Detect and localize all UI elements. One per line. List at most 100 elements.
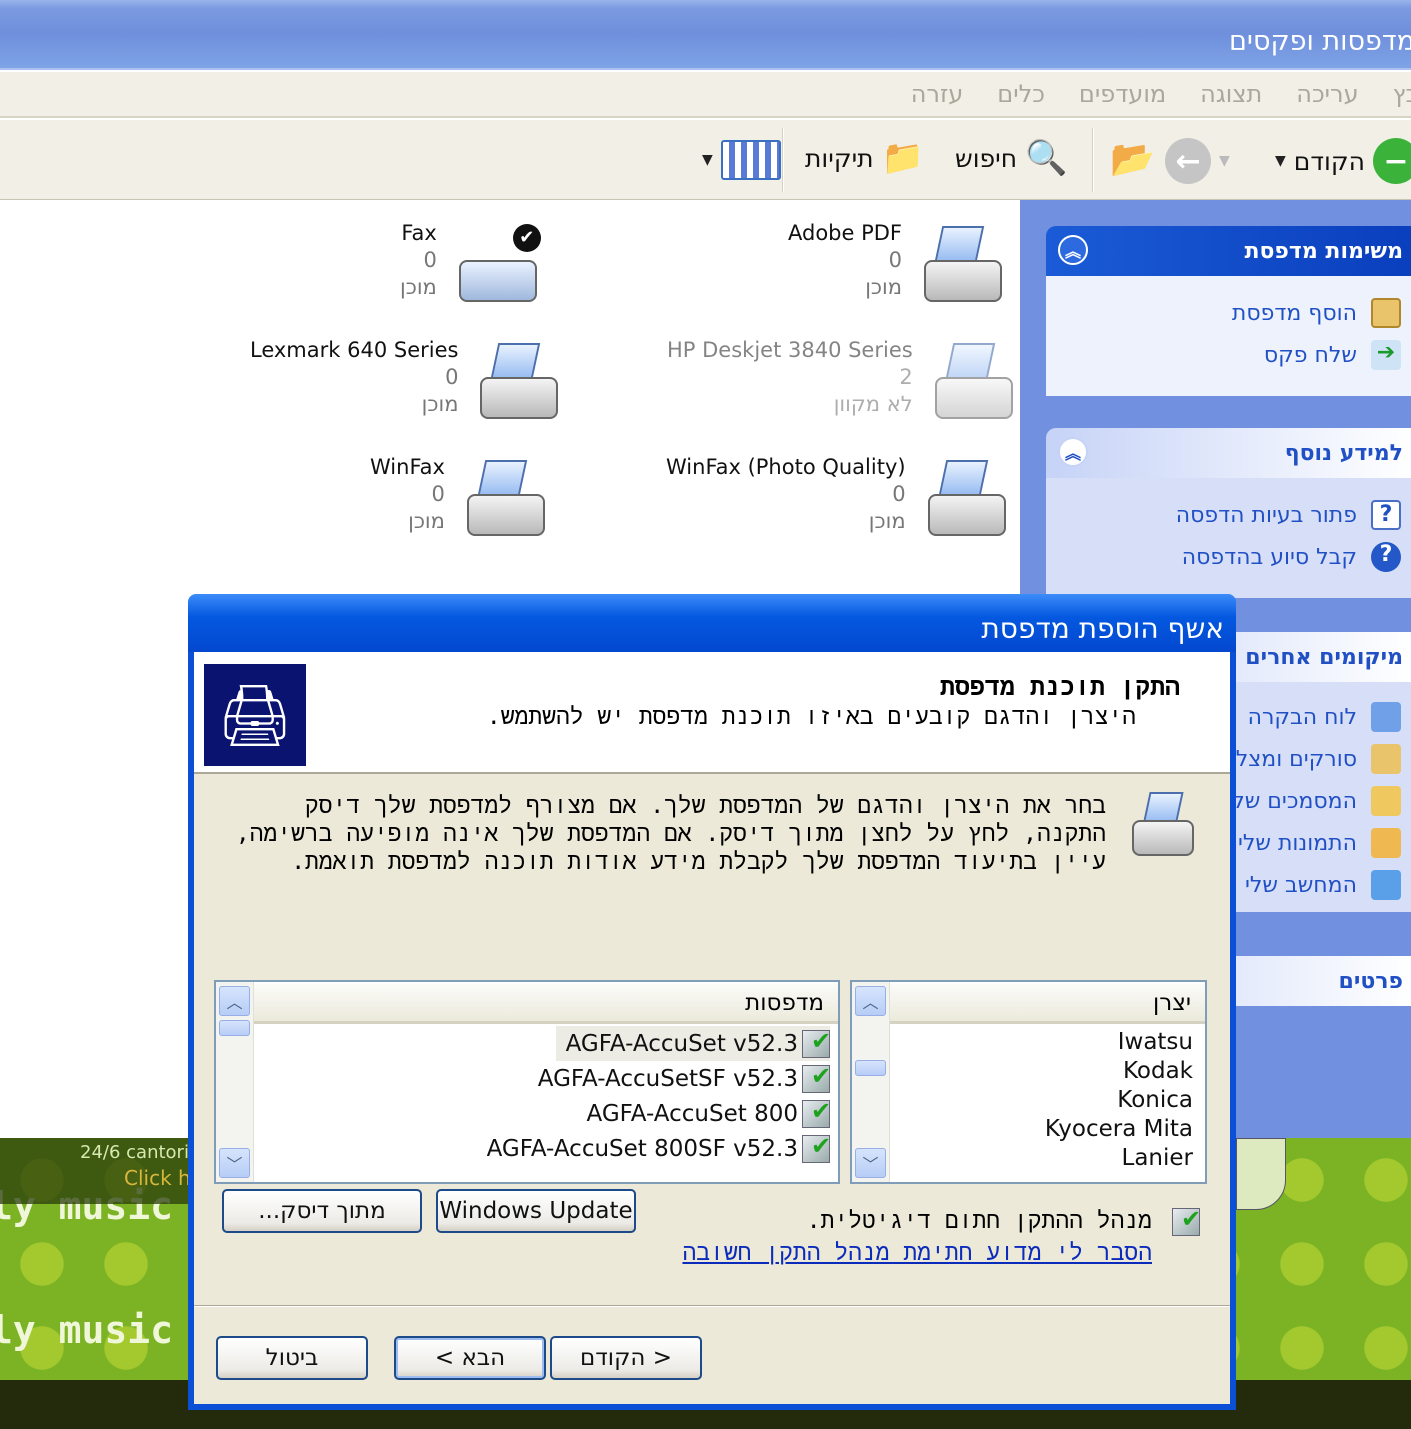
dialog-title: אשף הוספת מדפסת	[981, 612, 1224, 645]
folders-label: תיקיות	[805, 143, 874, 173]
printer-icon	[459, 454, 549, 544]
dropdown-arrow-icon[interactable]: ▼	[1275, 153, 1286, 169]
wizard-printer-icon: 🖨	[204, 664, 306, 766]
back-button[interactable]: הקודם >	[550, 1336, 702, 1380]
signed-driver-icon	[802, 1132, 831, 1163]
menu-help[interactable]: עזרה	[911, 80, 964, 108]
printer-docs: 0	[445, 365, 459, 389]
section-title: למידע נוסף	[1284, 440, 1403, 466]
menu-tools[interactable]: כלים	[997, 80, 1045, 108]
back-arrow-icon: −	[1372, 138, 1411, 184]
printers-list[interactable]: מדפסות ︿ ﹀ AGFA-AccuSet v52.3 AGFA-AccuS…	[214, 980, 840, 1184]
printer-docs: 0	[888, 248, 903, 272]
menu-favorites[interactable]: מועדפים	[1079, 80, 1166, 108]
toolbar-separator	[782, 128, 784, 192]
printer-name: HP Deskjet 3840 Series	[667, 338, 913, 362]
printer-icon	[1132, 792, 1202, 862]
printer-status: מוכן	[408, 509, 445, 533]
have-disk-button[interactable]: מתוך דיסק...	[222, 1189, 422, 1233]
back-label: הקודם	[1293, 146, 1365, 176]
list-item[interactable]: AGFA-AccuSetSF v52.3	[538, 1061, 831, 1096]
banner-decoration	[1236, 1138, 1286, 1210]
add-printer-link[interactable]: הוסף מדפסת	[1046, 292, 1401, 334]
next-button[interactable]: < הבא	[394, 1336, 546, 1380]
see-also-body: ? פתור בעיות הדפסה ? קבל סיוע בהדפסה	[1046, 478, 1411, 598]
signed-driver-text: מנהל ההתקן חתום דיגיטלית.	[806, 1208, 1152, 1234]
link-label: המסמכים שלי	[1227, 788, 1357, 814]
help-circle-icon: ?	[1371, 542, 1401, 572]
menu-file[interactable]: קובץ	[1393, 80, 1411, 108]
scroll-up-icon[interactable]: ︿	[855, 986, 886, 1016]
default-check-icon: ✔	[512, 224, 541, 252]
collapse-icon[interactable]: ︽	[1058, 235, 1088, 265]
scroll-thumb[interactable]	[219, 1020, 250, 1036]
header-label: מדפסות	[745, 990, 824, 1016]
search-label: חיפוש	[955, 143, 1018, 173]
scroll-thumb[interactable]	[855, 1060, 886, 1076]
toolbar-separator	[1092, 128, 1094, 192]
printer-item-winfax-photo[interactable]: WinFax (Photo Quality) 0 מוכן	[666, 454, 1010, 544]
printer-name: Fax	[401, 221, 437, 245]
scroll-down-icon[interactable]: ﹀	[219, 1148, 250, 1178]
cancel-button[interactable]: ביטול	[216, 1336, 368, 1380]
dropdown-arrow-icon: ▼	[1219, 153, 1230, 169]
model-label: AGFA-AccuSet 800	[586, 1100, 798, 1127]
get-help-link[interactable]: ? קבל סיוע בהדפסה	[1046, 536, 1401, 578]
banner-line: 24/6 cantori	[80, 1142, 189, 1163]
window-title-bar[interactable]: מדפסות ופקסים	[0, 0, 1411, 70]
printers-column-header[interactable]: מדפסות	[254, 984, 838, 1024]
up-folder-button[interactable]: 📂	[1110, 138, 1155, 180]
scroll-down-icon[interactable]: ﹀	[855, 1148, 886, 1178]
troubleshoot-link[interactable]: ? פתור בעיות הדפסה	[1046, 494, 1401, 536]
back-button[interactable]: − הקודם ▼	[1275, 138, 1411, 184]
list-item[interactable]: Lanier	[1122, 1140, 1193, 1175]
printer-item-fax[interactable]: ✔ Fax 0 מוכן	[400, 220, 541, 310]
send-fax-link[interactable]: ➔ שלח פקס	[1046, 334, 1401, 376]
see-also-header[interactable]: למידע נוסף ︽	[1046, 428, 1411, 478]
printer-name: Lexmark 640 Series	[250, 338, 459, 362]
printer-item-adobe-pdf[interactable]: Adobe PDF 0 מוכן	[788, 220, 1006, 310]
scanners-icon	[1371, 744, 1401, 774]
collapse-icon[interactable]: ︽	[1058, 437, 1088, 467]
printer-item-lexmark[interactable]: Lexmark 640 Series 0 מוכן	[250, 337, 562, 427]
windows-update-button[interactable]: Windows Update	[436, 1189, 636, 1233]
banner-link[interactable]: Click h	[124, 1166, 191, 1190]
printer-docs: 2	[899, 365, 913, 389]
printer-item-hp-deskjet[interactable]: HP Deskjet 3840 Series 2 לא מקוון	[667, 337, 1017, 427]
views-button[interactable]: ▼	[702, 140, 781, 180]
add-printer-wizard-dialog: אשף הוספת מדפסת 🖨 התקן תוכנת מדפסת היצרן…	[188, 594, 1236, 1410]
views-icon	[720, 140, 781, 180]
menu-bar: קובץ עריכה תצוגה מועדפים כלים עזרה	[0, 72, 1411, 118]
printer-tasks-body: הוסף מדפסת ➔ שלח פקס	[1046, 276, 1411, 396]
folders-button[interactable]: 📁 תיקיות	[805, 138, 924, 178]
model-label: AGFA-AccuSet 800SF v52.3	[486, 1135, 798, 1162]
dialog-title-bar[interactable]: אשף הוספת מדפסת	[188, 594, 1236, 652]
banner-text: ly music	[0, 1308, 174, 1352]
dropdown-arrow-icon: ▼	[702, 152, 713, 168]
menu-view[interactable]: תצוגה	[1200, 80, 1262, 108]
section-title: משימות מדפסת	[1244, 238, 1403, 264]
printer-icon	[472, 337, 562, 427]
printer-item-winfax[interactable]: WinFax 0 מוכן	[370, 454, 549, 544]
wizard-instructions: בחר את היצרן והדגם של המדפסת שלך. אם מצו…	[235, 793, 1106, 875]
menu-edit[interactable]: עריכה	[1296, 80, 1358, 108]
manufacturer-column-header[interactable]: יצרן	[890, 984, 1205, 1024]
printer-icon	[916, 220, 1006, 310]
driver-signing-link[interactable]: הסבר לי מדוע חתימת מנהל התקן חשובה	[682, 1240, 1152, 1267]
fax-icon: ✔	[451, 220, 541, 310]
scroll-up-icon[interactable]: ︿	[219, 986, 250, 1016]
link-label: המחשב שלי	[1245, 872, 1357, 898]
manufacturer-list[interactable]: יצרן ︿ ﹀ Iwatsu Kodak Konica Kyocera Mit…	[850, 980, 1207, 1184]
search-icon: 🔍	[1025, 138, 1068, 178]
list-item[interactable]: AGFA-AccuSet 800	[586, 1096, 831, 1131]
search-button[interactable]: 🔍 חיפוש	[955, 138, 1067, 178]
list-item-selected[interactable]: AGFA-AccuSet v52.3	[555, 1026, 831, 1061]
forward-button[interactable]: ▼ ←	[1165, 138, 1230, 184]
divider	[194, 1305, 1230, 1307]
link-label: קבל סיוע בהדפסה	[1181, 544, 1357, 570]
manufacturer-scrollbar[interactable]: ︿ ﹀	[852, 982, 890, 1182]
printer-tasks-header[interactable]: משימות מדפסת ︽	[1046, 226, 1411, 276]
list-item[interactable]: AGFA-AccuSet 800SF v52.3	[486, 1131, 831, 1166]
printers-scrollbar[interactable]: ︿ ﹀	[216, 982, 254, 1182]
printer-name: WinFax	[370, 455, 445, 479]
